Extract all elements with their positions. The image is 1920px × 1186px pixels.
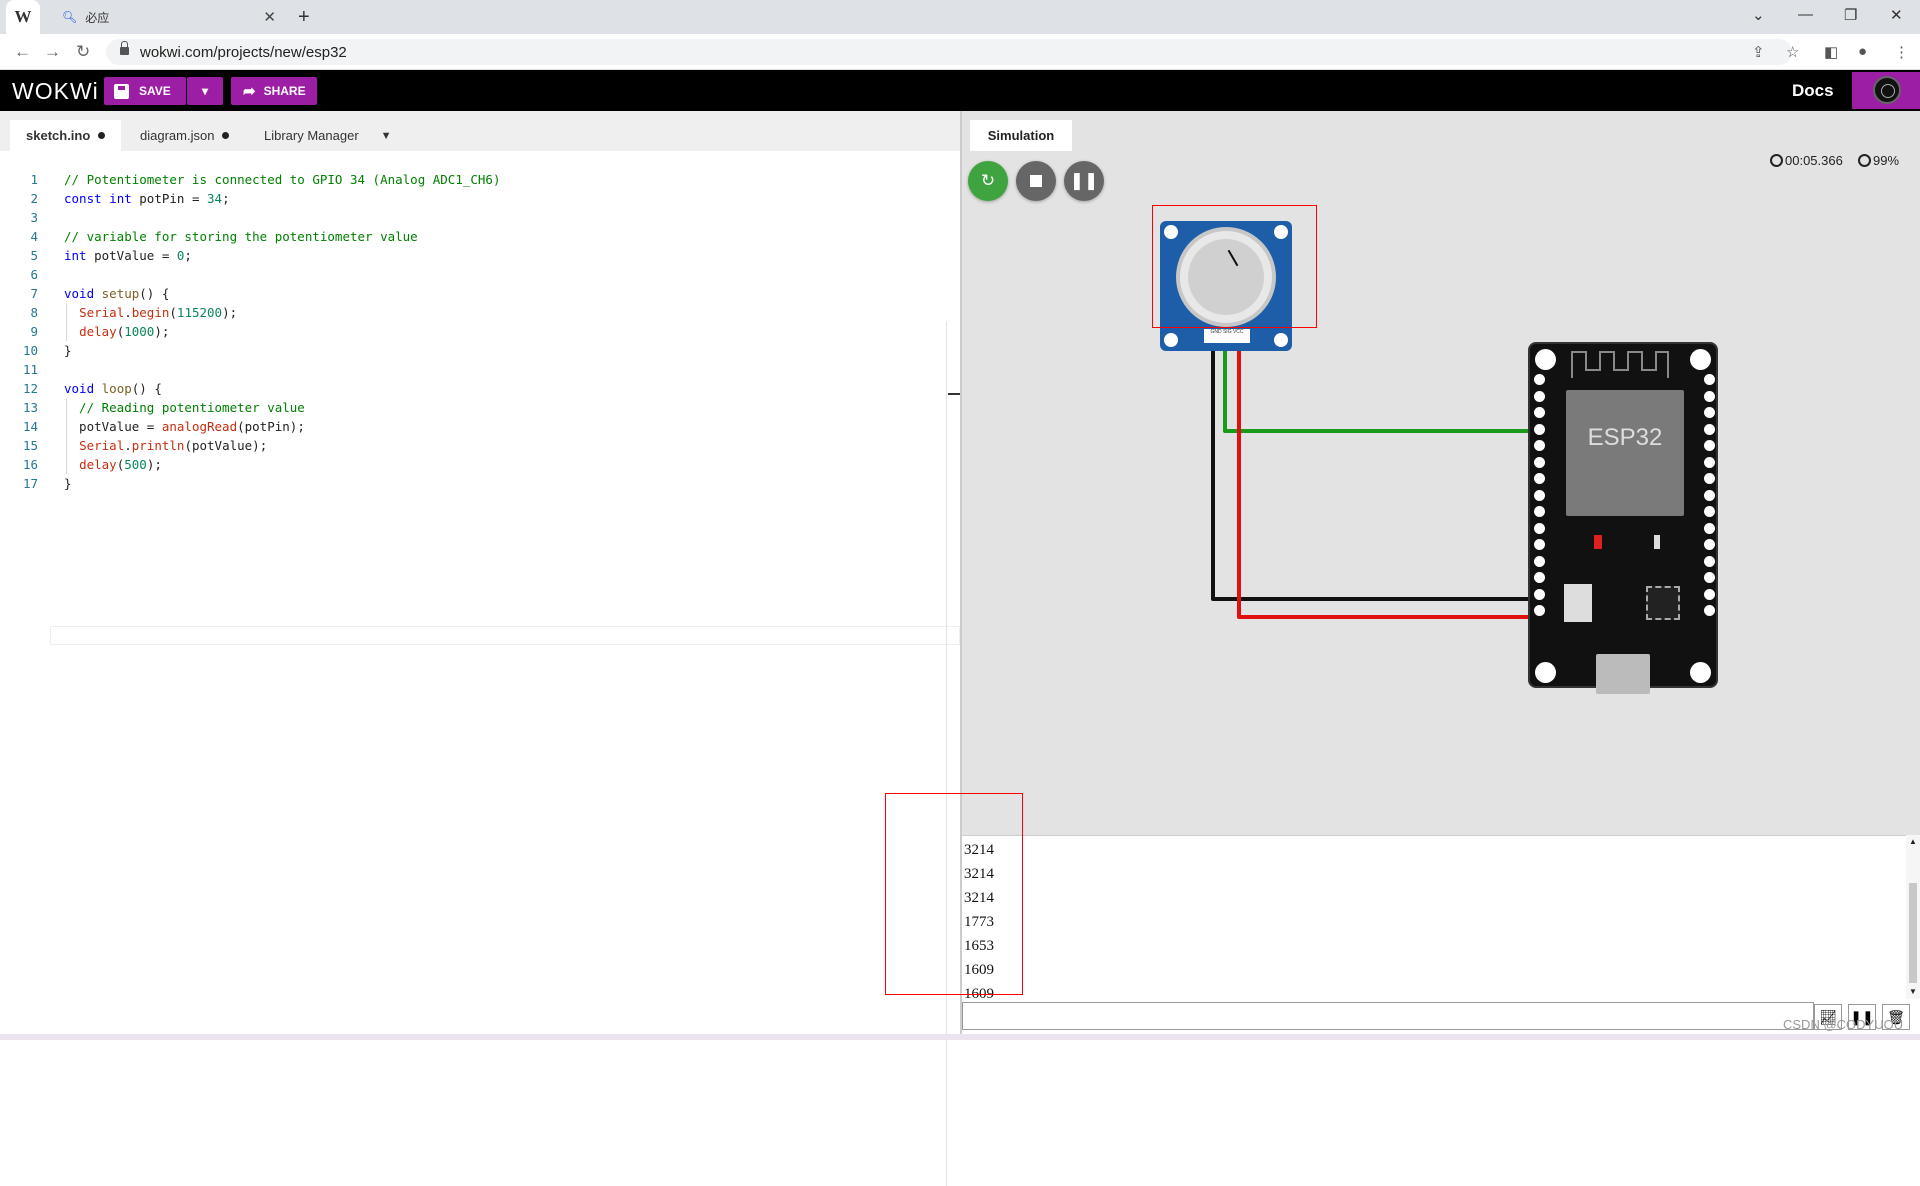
user-menu-button[interactable] bbox=[1852, 72, 1920, 109]
close-window-button[interactable]: ✕ bbox=[1890, 6, 1903, 24]
left-pin-header bbox=[1534, 374, 1545, 622]
ground-wire bbox=[1211, 341, 1540, 601]
scroll-up-icon[interactable]: ▲ bbox=[1909, 837, 1917, 846]
browser-tab-strip: W 🔍︎ 必应 ✕ + ⌄ — ❐ ✕ bbox=[0, 0, 1920, 34]
restore-button[interactable]: ❐ bbox=[1844, 6, 1857, 24]
wokwi-toolbar: WOKWi SAVE ▾ ➦ SHARE Docs bbox=[0, 70, 1920, 111]
browser-tab-title: 必应 bbox=[85, 10, 110, 25]
caret-down-icon: ▾ bbox=[201, 84, 209, 98]
tab-sketch-ino[interactable]: sketch.ino bbox=[10, 120, 122, 151]
serial-monitor-output[interactable]: 3214 3214 3214 1773 1653 1609 1609 bbox=[962, 835, 1920, 1002]
usb-uart-chip bbox=[1646, 586, 1680, 620]
highlight-frame bbox=[1152, 205, 1317, 328]
avatar bbox=[1873, 76, 1901, 104]
url-field[interactable]: wokwi.com/projects/new/esp32 bbox=[106, 39, 1792, 65]
reload-icon[interactable]: ↻ bbox=[76, 42, 90, 62]
share-button[interactable]: ➦ SHARE bbox=[231, 77, 317, 105]
voltage-regulator bbox=[1564, 584, 1592, 622]
scrollbar-thumb[interactable] bbox=[1909, 883, 1917, 983]
minimize-button[interactable]: — bbox=[1798, 6, 1813, 23]
wires-layer bbox=[1211, 341, 1540, 619]
serial-input-field[interactable] bbox=[962, 1002, 1814, 1030]
wokwi-logo[interactable]: WOKWi bbox=[12, 78, 99, 105]
share-arrow-icon: ➦ bbox=[243, 83, 256, 100]
mount-hole bbox=[1690, 662, 1711, 683]
code-editor[interactable]: 1// Potentiometer is connected to GPIO 3… bbox=[0, 151, 960, 1186]
mount-hole bbox=[1535, 662, 1556, 683]
antenna-trace bbox=[1571, 351, 1669, 378]
save-options-dropdown[interactable]: ▾ bbox=[187, 77, 223, 105]
pot-pin-labels: GND SIG VCC bbox=[1204, 329, 1250, 343]
mount-hole bbox=[1164, 333, 1178, 347]
floppy-disk-icon bbox=[114, 83, 129, 99]
tab-label: sketch.ino bbox=[26, 128, 91, 143]
share-label: SHARE bbox=[263, 84, 306, 98]
new-tab-button[interactable]: + bbox=[298, 6, 310, 29]
micro-usb-port bbox=[1596, 654, 1650, 694]
right-pin-header bbox=[1704, 374, 1715, 622]
back-icon[interactable]: ← bbox=[14, 42, 31, 62]
unsaved-dot-icon bbox=[222, 132, 230, 139]
editor-tab-bar: sketch.ino diagram.json Library Manager … bbox=[0, 111, 960, 151]
status-led bbox=[1654, 535, 1660, 549]
lock-icon bbox=[120, 41, 129, 57]
save-label: SAVE bbox=[139, 84, 171, 98]
current-line-highlight bbox=[50, 626, 960, 645]
signal-wire bbox=[1223, 341, 1540, 433]
address-bar-row: ← → ↻ wokwi.com/projects/new/esp32 ⇪ ☆ ◧… bbox=[0, 34, 1920, 70]
board-label: ESP32 bbox=[1587, 424, 1663, 451]
browser-tab-bing[interactable]: 🔍︎ 必应 ✕ bbox=[52, 0, 286, 34]
cursor-position-marker bbox=[948, 393, 960, 395]
scroll-down-icon[interactable]: ▼ bbox=[1909, 987, 1917, 996]
mount-hole bbox=[1535, 349, 1556, 370]
highlight-frame bbox=[885, 793, 1023, 995]
power-wire bbox=[1237, 341, 1540, 619]
share-page-icon[interactable]: ⇪ bbox=[1752, 43, 1765, 61]
save-button[interactable]: SAVE bbox=[104, 77, 186, 105]
unsaved-dot-icon bbox=[98, 132, 106, 139]
url-text: wokwi.com/projects/new/esp32 bbox=[140, 43, 347, 61]
wokwi-favicon-icon: W bbox=[14, 7, 32, 26]
forward-icon[interactable]: → bbox=[44, 42, 61, 62]
search-icon: 🔍︎ bbox=[62, 10, 78, 24]
bookmark-star-icon[interactable]: ☆ bbox=[1786, 43, 1799, 61]
simulation-pane: Simulation ↻ ❚❚ 00:05.366 99% GND SIG VC… bbox=[962, 111, 1920, 835]
bottom-strip bbox=[0, 1034, 1920, 1040]
serial-scrollbar[interactable]: ▲ ▼ bbox=[1906, 835, 1920, 999]
tab-library-manager[interactable]: Library Manager ▼ bbox=[248, 120, 408, 151]
tab-diagram-json[interactable]: diagram.json bbox=[124, 120, 245, 151]
esp32-board[interactable]: ESP32 bbox=[1528, 342, 1718, 694]
tab-search-icon[interactable]: ⌄ bbox=[1752, 6, 1765, 24]
browser-tab-wokwi[interactable]: W bbox=[6, 0, 40, 34]
mount-hole bbox=[1690, 349, 1711, 370]
dropdown-caret-icon[interactable]: ▼ bbox=[381, 130, 392, 142]
esp32-module: ESP32 bbox=[1566, 390, 1684, 516]
editor-scroll-edge bbox=[946, 321, 947, 1186]
side-panel-icon[interactable]: ◧ bbox=[1824, 43, 1838, 61]
tab-label: Library Manager bbox=[264, 128, 359, 143]
profile-icon[interactable]: ● bbox=[1858, 43, 1867, 60]
tab-label: diagram.json bbox=[140, 128, 215, 143]
docs-link[interactable]: Docs bbox=[1792, 81, 1834, 101]
watermark: CSDN @CODYUOU bbox=[1783, 1017, 1904, 1032]
browser-menu-icon[interactable]: ⋮ bbox=[1894, 43, 1909, 61]
mount-hole bbox=[1274, 333, 1288, 347]
power-led bbox=[1594, 535, 1602, 549]
close-tab-icon[interactable]: ✕ bbox=[263, 8, 276, 26]
